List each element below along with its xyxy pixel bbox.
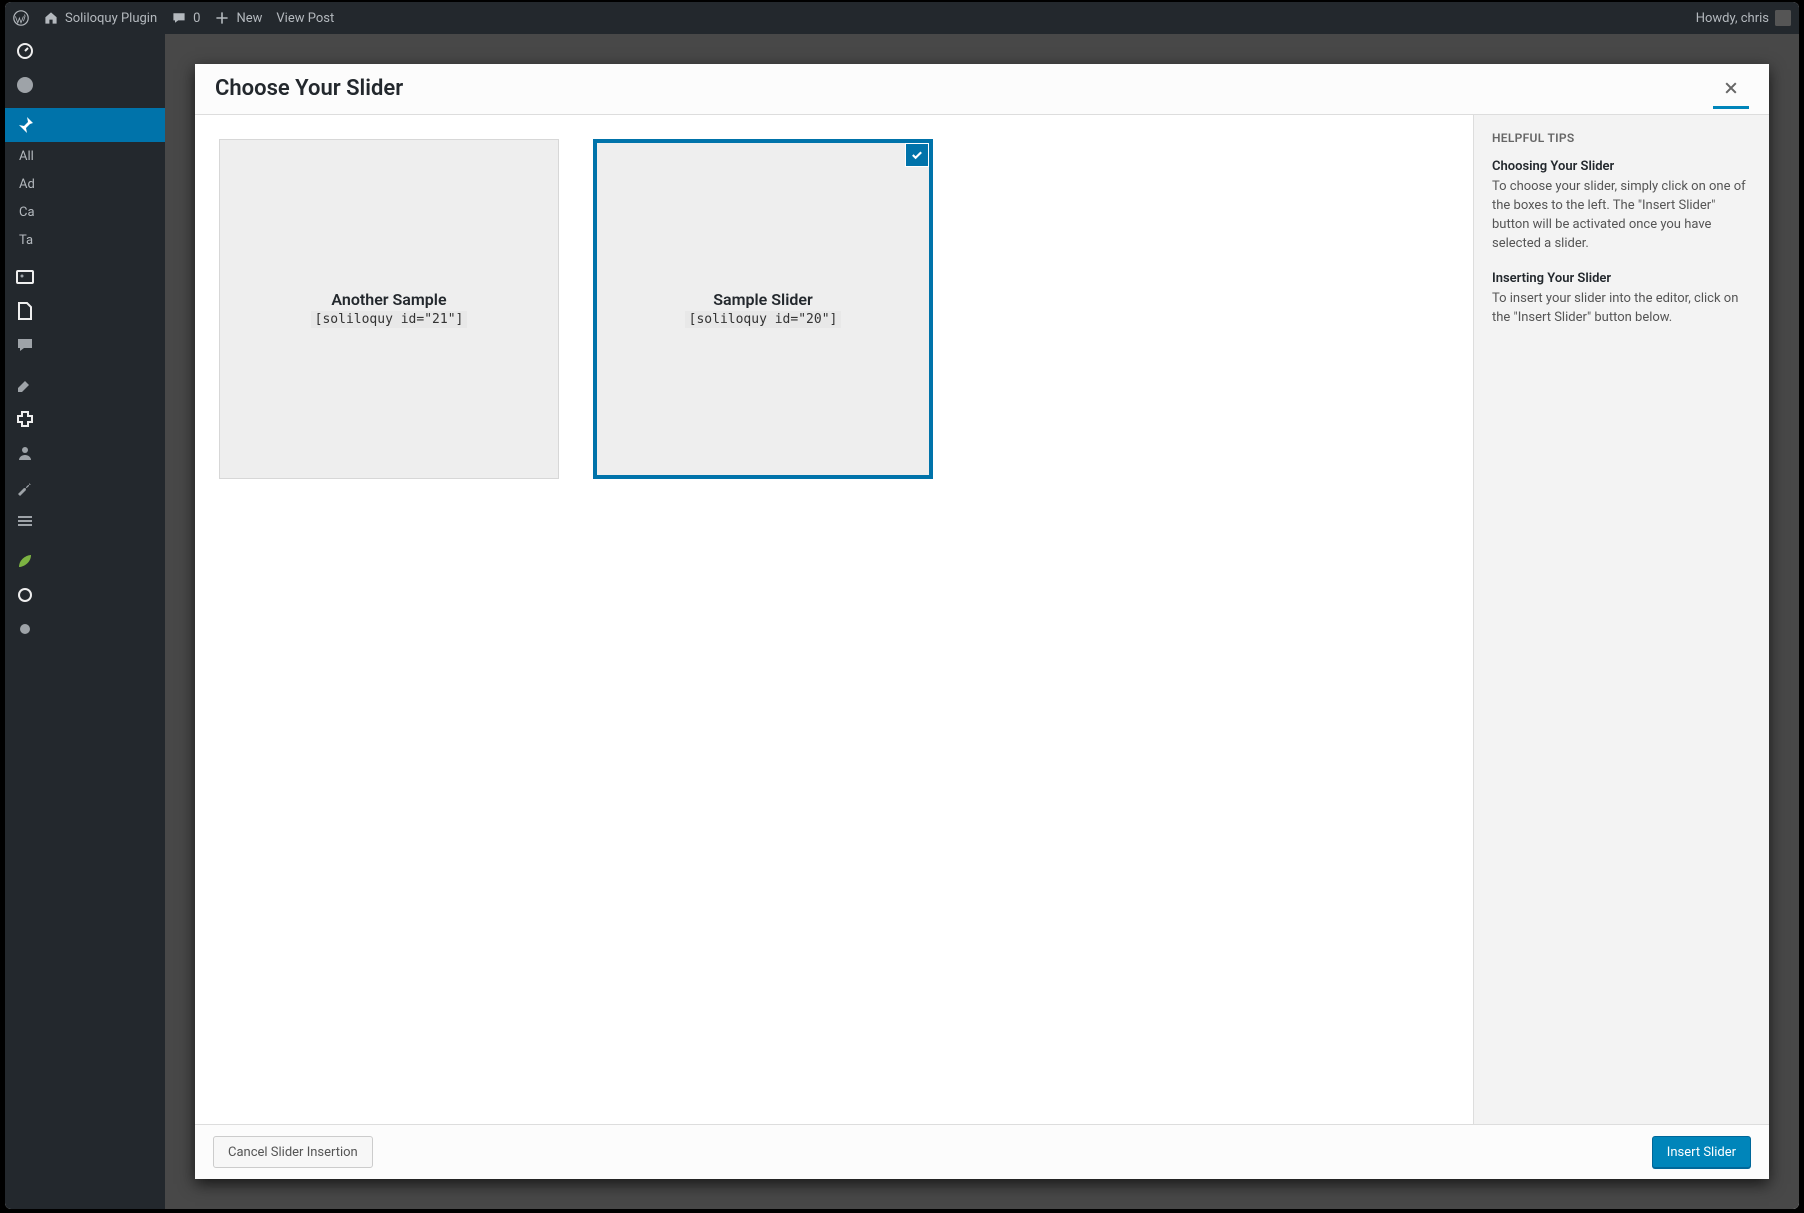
menu-settings[interactable] — [5, 504, 165, 538]
menu-posts[interactable] — [5, 108, 165, 142]
wp-logo[interactable] — [13, 10, 29, 26]
modal-title: Choose Your Slider — [215, 64, 403, 114]
wordpress-icon — [13, 10, 29, 26]
menu-custom-1[interactable] — [5, 544, 165, 578]
tips-choosing-title: Choosing Your Slider — [1492, 159, 1751, 174]
menu-tools[interactable] — [5, 470, 165, 504]
modal-footer: Cancel Slider Insertion Insert Slider — [195, 1124, 1769, 1179]
view-post-label: View Post — [276, 11, 334, 26]
menu-custom-2[interactable] — [5, 578, 165, 612]
selected-checkmark — [905, 143, 929, 167]
howdy-account[interactable]: Howdy, chris — [1696, 10, 1791, 26]
choose-slider-modal: Choose Your Slider Another Sample [solil… — [195, 64, 1769, 1179]
settings-icon — [15, 511, 35, 531]
submenu-add-new[interactable]: Ad — [5, 170, 165, 198]
comments-link[interactable]: 0 — [171, 10, 200, 26]
menu-users[interactable] — [5, 436, 165, 470]
page-icon — [15, 301, 35, 321]
menu-comments[interactable] — [5, 328, 165, 362]
dot-icon — [15, 619, 35, 639]
site-name-text: Soliloquy Plugin — [65, 11, 157, 26]
jetpack-icon — [15, 75, 35, 95]
slider-tile[interactable]: Sample Slider [soliloquy id="20"] — [593, 139, 933, 479]
wp-content-area: Choose Your Slider Another Sample [solil… — [165, 34, 1799, 1209]
tips-heading: HELPFUL TIPS — [1492, 131, 1751, 145]
helpful-tips-panel: HELPFUL TIPS Choosing Your Slider To cho… — [1473, 115, 1769, 1124]
tips-inserting-text: To insert your slider into the editor, c… — [1492, 290, 1751, 328]
new-label: New — [236, 11, 262, 26]
wp-admin-sidebar: All Ad Ca Ta — [5, 34, 165, 1209]
dashboard-icon — [15, 41, 35, 61]
slider-tile-shortcode: [soliloquy id="20"] — [685, 311, 842, 328]
submenu-tags[interactable]: Ta — [5, 226, 165, 254]
users-icon — [15, 443, 35, 463]
tools-icon — [15, 477, 35, 497]
menu-appearance[interactable] — [5, 368, 165, 402]
home-icon — [43, 10, 59, 26]
menu-custom-3[interactable] — [5, 612, 165, 646]
appearance-icon — [15, 375, 35, 395]
insert-slider-button[interactable]: Insert Slider — [1652, 1136, 1751, 1168]
plugin-icon — [15, 409, 35, 429]
menu-media[interactable] — [5, 260, 165, 294]
cancel-button-label: Cancel Slider Insertion — [228, 1145, 358, 1160]
menu-jetpack[interactable] — [5, 68, 165, 102]
leaf-icon — [15, 551, 35, 571]
avatar-icon — [1775, 10, 1791, 26]
submenu-all-posts[interactable]: All — [5, 142, 165, 170]
tips-inserting-title: Inserting Your Slider — [1492, 271, 1751, 286]
comments-icon — [15, 335, 35, 355]
circle-icon — [15, 585, 35, 605]
slider-tile-title: Sample Slider — [713, 290, 812, 309]
slider-tile-shortcode: [soliloquy id="21"] — [311, 311, 468, 328]
site-name-link[interactable]: Soliloquy Plugin — [43, 10, 157, 26]
wp-admin-bar: Soliloquy Plugin 0 New View Post Howdy, … — [5, 2, 1799, 34]
pin-icon — [15, 115, 35, 135]
check-icon — [910, 148, 924, 162]
slider-tile-title: Another Sample — [331, 290, 446, 309]
submenu-categories[interactable]: Ca — [5, 198, 165, 226]
menu-pages[interactable] — [5, 294, 165, 328]
close-icon — [1723, 80, 1739, 96]
modal-close-button[interactable] — [1713, 70, 1749, 109]
slider-grid: Another Sample [soliloquy id="21"] Sampl… — [195, 115, 1473, 1124]
menu-plugins[interactable] — [5, 402, 165, 436]
new-content-link[interactable]: New — [214, 10, 262, 26]
comments-count: 0 — [193, 11, 200, 26]
insert-slider-button-label: Insert Slider — [1667, 1145, 1736, 1160]
slider-tile[interactable]: Another Sample [soliloquy id="21"] — [219, 139, 559, 479]
cancel-button[interactable]: Cancel Slider Insertion — [213, 1136, 373, 1168]
howdy-text: Howdy, chris — [1696, 11, 1769, 26]
media-icon — [15, 267, 35, 287]
view-post-link[interactable]: View Post — [276, 11, 334, 26]
menu-dashboard[interactable] — [5, 34, 165, 68]
plus-icon — [214, 10, 230, 26]
comment-icon — [171, 10, 187, 26]
modal-header: Choose Your Slider — [195, 64, 1769, 115]
tips-choosing-text: To choose your slider, simply click on o… — [1492, 178, 1751, 253]
